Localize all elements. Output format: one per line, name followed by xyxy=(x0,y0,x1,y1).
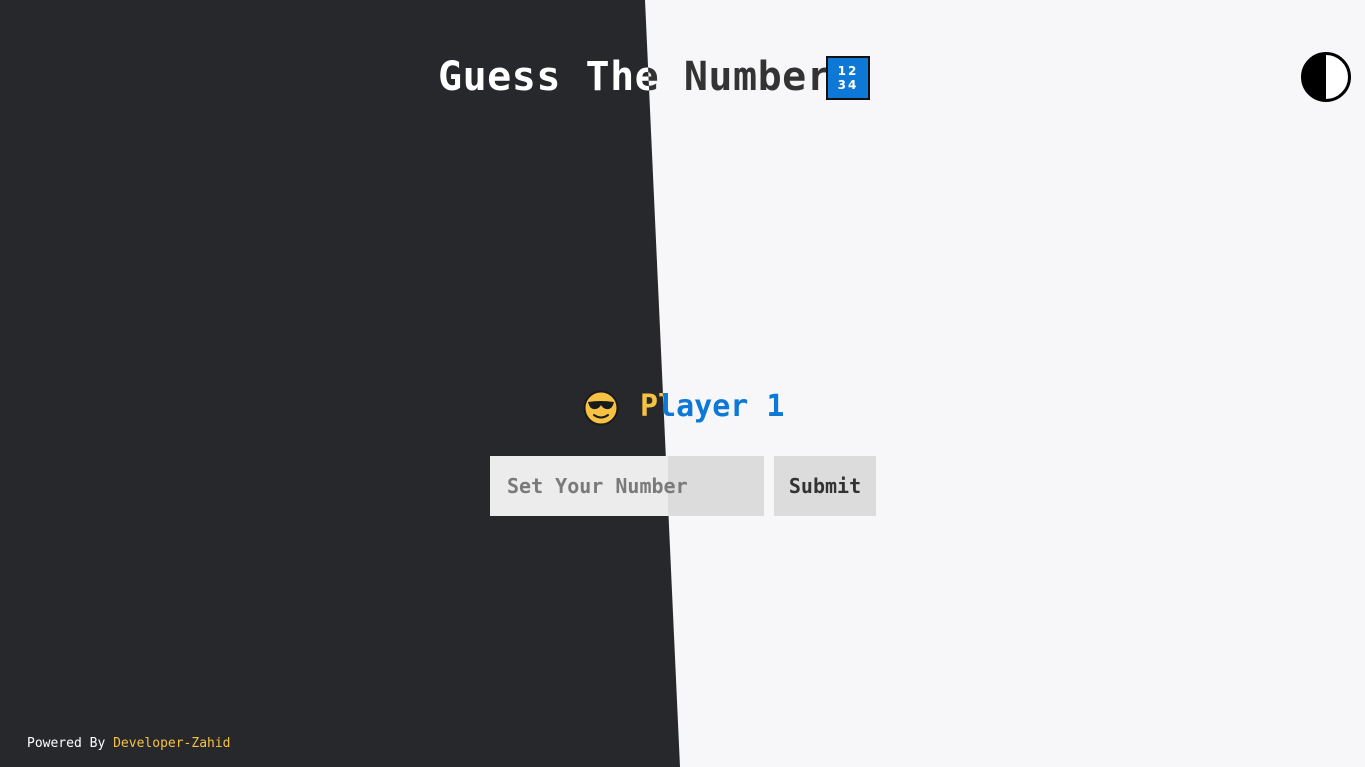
number-input[interactable] xyxy=(490,456,764,516)
footer-prefix: Powered By xyxy=(27,736,106,751)
author-link[interactable]: Developer-Zahid xyxy=(113,736,230,751)
submit-button[interactable]: Submit xyxy=(774,456,876,516)
footer: Powered By Developer-Zahid xyxy=(27,736,231,751)
theme-toggle-button[interactable] xyxy=(1301,52,1351,102)
game-screen: Guess The Number Guess The Number 12 34 … xyxy=(0,0,1365,767)
sunglasses-face-icon xyxy=(583,390,619,426)
dark-diagonal-panel xyxy=(0,0,680,767)
input-numbers-icon: 12 34 xyxy=(826,56,870,100)
